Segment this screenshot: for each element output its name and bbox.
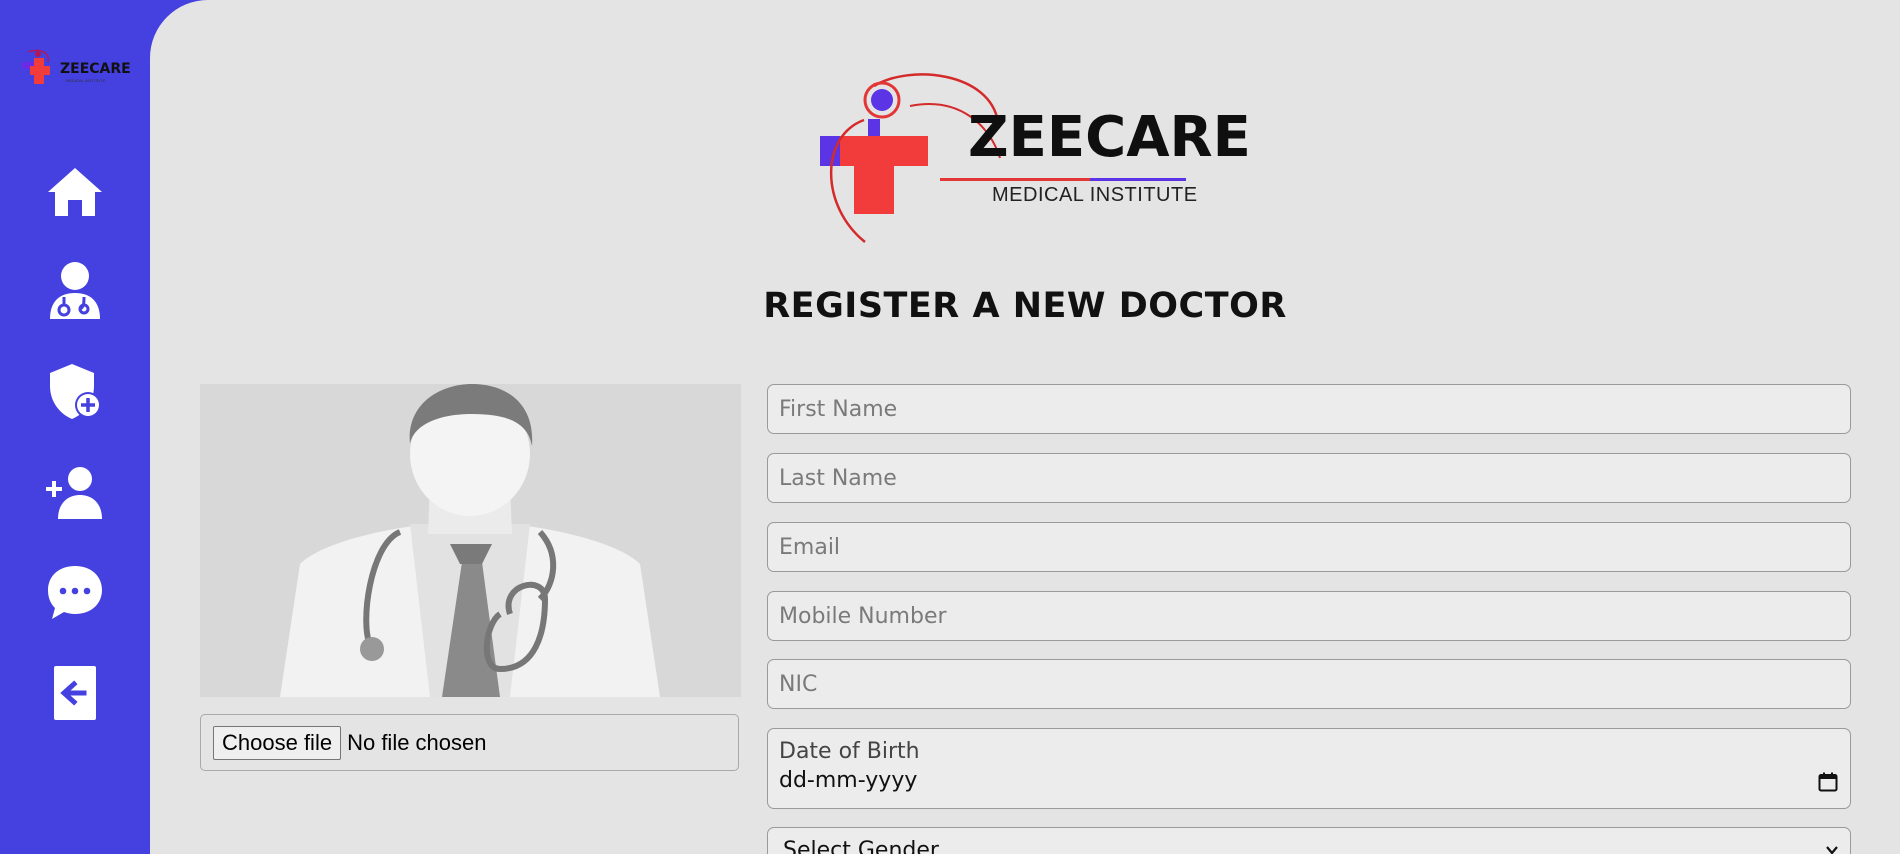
first-name-input[interactable]	[767, 384, 1851, 434]
gender-select[interactable]: Select Gender	[767, 827, 1851, 854]
date-of-birth-field[interactable]: Date of Birth dd-mm-yyyy	[767, 728, 1851, 809]
chat-icon[interactable]	[46, 563, 104, 621]
email-input[interactable]	[767, 522, 1851, 572]
sidebar: ZEECARE MEDICAL INSTITUTE	[0, 0, 150, 854]
home-icon[interactable]	[46, 164, 104, 222]
page-title: REGISTER A NEW DOCTOR	[763, 286, 1287, 326]
last-name-input[interactable]	[767, 453, 1851, 503]
logout-icon[interactable]	[46, 664, 104, 722]
shield-plus-icon[interactable]	[46, 362, 104, 420]
date-of-birth-value: dd-mm-yyyy	[779, 768, 918, 793]
file-upload: Choose file No file chosen	[200, 714, 739, 771]
calendar-icon[interactable]	[1818, 772, 1838, 792]
doctor-icon[interactable]	[46, 261, 104, 319]
choose-file-button[interactable]: Choose file	[213, 725, 342, 760]
user-plus-icon[interactable]	[46, 463, 104, 521]
brand-subtitle: MEDICAL INSTITUTE	[992, 184, 1198, 206]
brand-title: ZEECARE	[968, 105, 1251, 170]
sidebar-logo-text: ZEECARE	[60, 61, 131, 77]
main-panel: ZEECARE MEDICAL INSTITUTE REGISTER A NEW…	[150, 0, 1900, 854]
date-of-birth-label: Date of Birth	[779, 739, 920, 764]
chevron-down-icon	[1824, 842, 1840, 854]
mobile-number-input[interactable]	[767, 591, 1851, 641]
file-status: No file chosen	[347, 729, 487, 755]
gender-select-value: Select Gender	[783, 838, 939, 854]
nic-input[interactable]	[767, 659, 1851, 709]
doctor-avatar-image	[200, 384, 741, 697]
sidebar-logo-subtext: MEDICAL INSTITUTE	[66, 78, 106, 83]
